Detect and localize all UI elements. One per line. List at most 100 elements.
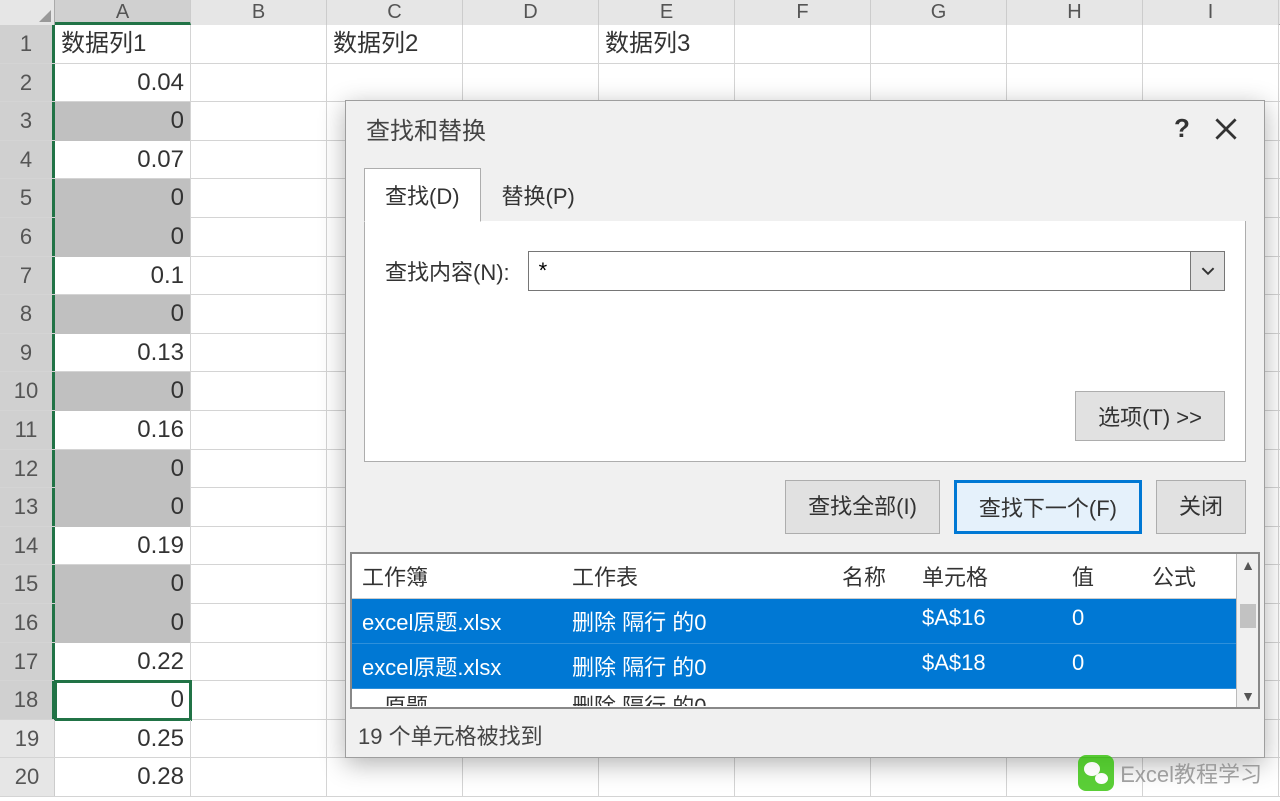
cell[interactable] bbox=[191, 372, 327, 411]
row-header[interactable]: 15 bbox=[0, 565, 55, 603]
cell[interactable]: 数据列1 bbox=[55, 25, 191, 64]
tab-find[interactable]: 查找(D) bbox=[364, 168, 481, 222]
row-header[interactable]: 14 bbox=[0, 527, 55, 565]
row-header[interactable]: 6 bbox=[0, 218, 55, 256]
cell[interactable] bbox=[599, 758, 735, 797]
cell[interactable]: 0.19 bbox=[55, 527, 191, 566]
cell[interactable]: 0.22 bbox=[55, 643, 191, 682]
row-header[interactable]: 7 bbox=[0, 257, 55, 295]
col-header-C[interactable]: C bbox=[327, 0, 463, 25]
cell[interactable] bbox=[191, 334, 327, 373]
cell[interactable] bbox=[599, 64, 735, 103]
cell[interactable] bbox=[871, 758, 1007, 797]
cell[interactable] bbox=[191, 295, 327, 334]
cell[interactable] bbox=[463, 64, 599, 103]
col-header-F[interactable]: F bbox=[735, 0, 871, 25]
result-row[interactable]: excel原题.xlsx删除 隔行 的0$A$180 bbox=[352, 644, 1258, 689]
results-col-formula[interactable]: 公式 bbox=[1152, 560, 1242, 592]
cell[interactable]: 0.1 bbox=[55, 257, 191, 296]
find-input[interactable] bbox=[529, 252, 1190, 290]
cell[interactable] bbox=[1143, 64, 1279, 103]
cell[interactable] bbox=[463, 758, 599, 797]
row-header[interactable]: 5 bbox=[0, 179, 55, 217]
cell[interactable]: 0 bbox=[55, 179, 191, 218]
row-header[interactable]: 10 bbox=[0, 372, 55, 410]
row-header[interactable]: 9 bbox=[0, 334, 55, 372]
row-header[interactable]: 11 bbox=[0, 411, 55, 449]
help-button[interactable]: ? bbox=[1160, 107, 1204, 151]
row-header[interactable]: 4 bbox=[0, 141, 55, 179]
cell[interactable]: 0 bbox=[55, 604, 191, 643]
cell[interactable] bbox=[191, 64, 327, 103]
cell[interactable] bbox=[191, 102, 327, 141]
cell[interactable] bbox=[191, 257, 327, 296]
cell[interactable] bbox=[735, 758, 871, 797]
cell[interactable] bbox=[191, 604, 327, 643]
cell[interactable] bbox=[191, 565, 327, 604]
scroll-down-icon[interactable]: ▼ bbox=[1237, 685, 1259, 707]
row-header[interactable]: 3 bbox=[0, 102, 55, 140]
cell[interactable]: 0 bbox=[55, 218, 191, 257]
row-header[interactable]: 18 bbox=[0, 681, 55, 719]
results-scrollbar[interactable]: ▲ ▼ bbox=[1236, 554, 1258, 707]
cell[interactable] bbox=[735, 25, 871, 64]
scroll-up-icon[interactable]: ▲ bbox=[1237, 554, 1259, 576]
cell[interactable] bbox=[463, 25, 599, 64]
cell[interactable]: 0 bbox=[55, 488, 191, 527]
find-history-dropdown[interactable] bbox=[1190, 252, 1224, 290]
cell[interactable]: 0.13 bbox=[55, 334, 191, 373]
cell[interactable] bbox=[191, 179, 327, 218]
cell[interactable] bbox=[871, 64, 1007, 103]
col-header-A[interactable]: A bbox=[55, 0, 191, 25]
results-col-worksheet[interactable]: 工作表 bbox=[572, 560, 842, 592]
row-header[interactable]: 17 bbox=[0, 643, 55, 681]
cell[interactable] bbox=[191, 643, 327, 682]
cell[interactable]: 0 bbox=[55, 372, 191, 411]
cell[interactable] bbox=[871, 25, 1007, 64]
cell[interactable] bbox=[191, 141, 327, 180]
col-header-D[interactable]: D bbox=[463, 0, 599, 25]
results-col-workbook[interactable]: 工作簿 bbox=[362, 560, 572, 592]
find-next-button[interactable]: 查找下一个(F) bbox=[954, 480, 1142, 534]
col-header-G[interactable]: G bbox=[871, 0, 1007, 25]
close-icon[interactable] bbox=[1204, 107, 1248, 151]
col-header-H[interactable]: H bbox=[1007, 0, 1143, 25]
results-col-value[interactable]: 值 bbox=[1072, 560, 1152, 592]
select-all-corner[interactable] bbox=[0, 0, 55, 25]
col-header-I[interactable]: I bbox=[1143, 0, 1279, 25]
cell[interactable]: 0 bbox=[55, 295, 191, 334]
cell[interactable] bbox=[191, 218, 327, 257]
cell[interactable]: 0.28 bbox=[55, 758, 191, 797]
cell[interactable]: 0 bbox=[55, 450, 191, 489]
cell[interactable] bbox=[191, 720, 327, 759]
cell[interactable]: 0.07 bbox=[55, 141, 191, 180]
results-col-name[interactable]: 名称 bbox=[842, 560, 922, 592]
cell[interactable] bbox=[191, 527, 327, 566]
cell[interactable] bbox=[1007, 25, 1143, 64]
close-button[interactable]: 关闭 bbox=[1156, 480, 1246, 534]
cell[interactable]: 0.04 bbox=[55, 64, 191, 103]
cell[interactable] bbox=[191, 488, 327, 527]
cell[interactable] bbox=[191, 411, 327, 450]
col-header-B[interactable]: B bbox=[191, 0, 327, 25]
row-header[interactable]: 13 bbox=[0, 488, 55, 526]
cell[interactable] bbox=[191, 25, 327, 64]
row-header[interactable]: 8 bbox=[0, 295, 55, 333]
cell[interactable] bbox=[191, 758, 327, 797]
scroll-thumb[interactable] bbox=[1240, 604, 1256, 628]
row-header[interactable]: 12 bbox=[0, 450, 55, 488]
cell[interactable]: 0 bbox=[55, 565, 191, 604]
cell[interactable]: 0 bbox=[55, 102, 191, 141]
result-row[interactable]: excel原题.xlsx删除 隔行 的0$A$160 bbox=[352, 599, 1258, 644]
row-header[interactable]: 20 bbox=[0, 758, 55, 796]
cell[interactable] bbox=[1007, 64, 1143, 103]
cell[interactable] bbox=[735, 64, 871, 103]
cell[interactable] bbox=[327, 64, 463, 103]
row-header[interactable]: 2 bbox=[0, 64, 55, 102]
cell[interactable] bbox=[1143, 25, 1279, 64]
cell[interactable] bbox=[191, 450, 327, 489]
cell[interactable] bbox=[327, 758, 463, 797]
cell[interactable]: 数据列3 bbox=[599, 25, 735, 64]
row-header[interactable]: 16 bbox=[0, 604, 55, 642]
results-col-cell[interactable]: 单元格 bbox=[922, 560, 1072, 592]
